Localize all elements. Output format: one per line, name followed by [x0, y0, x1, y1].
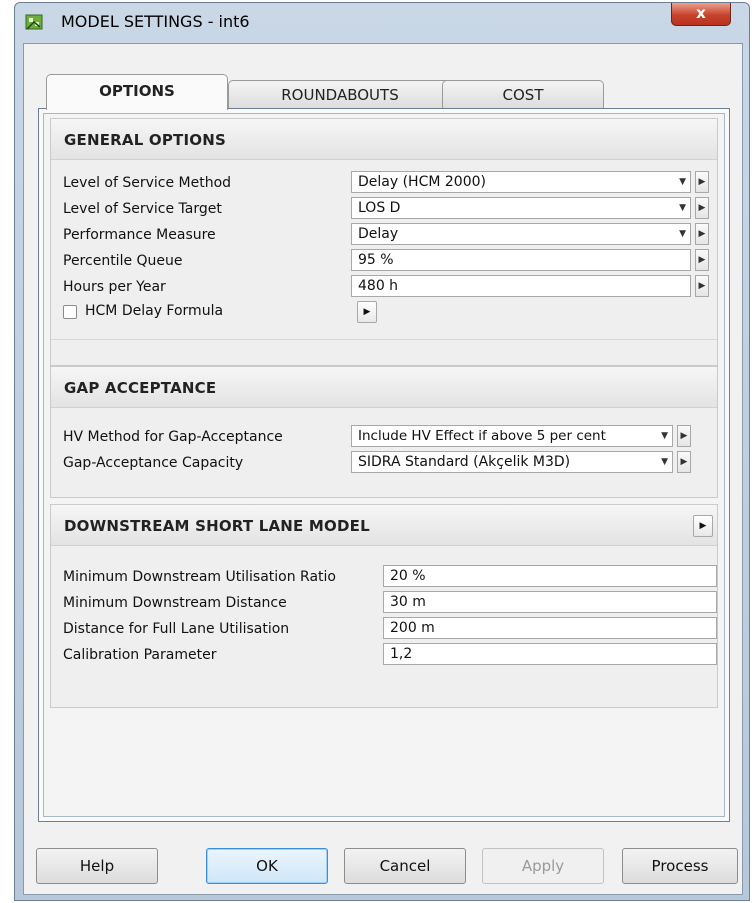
performance-measure-label: Performance Measure — [63, 227, 216, 243]
hcm-delay-formula-checkbox[interactable] — [63, 305, 77, 319]
general-options-title: GENERAL OPTIONS — [64, 131, 226, 149]
play-right-icon: ▶ — [698, 255, 706, 265]
general-options-header: GENERAL OPTIONS — [51, 119, 717, 160]
downstream-title: DOWNSTREAM SHORT LANE MODEL — [64, 517, 370, 535]
los-target-value: LOS D — [358, 200, 401, 216]
tab-cost[interactable]: COST — [442, 80, 604, 109]
downstream-expand-button[interactable]: ▶ — [693, 515, 713, 537]
play-right-icon: ▶ — [680, 431, 688, 441]
help-button[interactable]: Help — [36, 848, 158, 884]
los-method-label: Level of Service Method — [63, 175, 232, 191]
hours-per-year-field[interactable]: 480 h — [351, 275, 691, 297]
performance-measure-select[interactable]: Delay ▼ — [351, 223, 691, 245]
los-method-select[interactable]: Delay (HCM 2000) ▼ — [351, 171, 691, 193]
window-title: MODEL SETTINGS - int6 — [61, 12, 250, 31]
los-method-expand-button[interactable]: ▶ — [695, 171, 709, 193]
general-options-section: GENERAL OPTIONS Level of Service Method … — [50, 118, 718, 366]
title-bar[interactable]: MODEL SETTINGS - int6 x — [15, 3, 749, 41]
options-panel: GENERAL OPTIONS Level of Service Method … — [43, 113, 725, 817]
cancel-button[interactable]: Cancel — [344, 848, 466, 884]
gap-acceptance-title: GAP ACCEPTANCE — [64, 379, 217, 397]
gap-capacity-value: SIDRA Standard (Akçelik M3D) — [358, 454, 571, 470]
hv-method-label: HV Method for Gap-Acceptance — [63, 429, 283, 445]
hours-per-year-label: Hours per Year — [63, 279, 166, 295]
close-button[interactable]: x — [671, 3, 731, 26]
downstream-header: DOWNSTREAM SHORT LANE MODEL ▶ — [51, 505, 717, 546]
play-right-icon: ▶ — [363, 307, 371, 317]
percentile-queue-field[interactable]: 95 % — [351, 249, 691, 271]
full-lane-distance-field[interactable]: 200 m — [383, 617, 717, 639]
play-right-icon: ▶ — [698, 229, 706, 239]
gap-capacity-select[interactable]: SIDRA Standard (Akçelik M3D) ▼ — [351, 451, 673, 473]
hcm-delay-formula-label: HCM Delay Formula — [85, 303, 224, 319]
performance-measure-value: Delay — [358, 226, 399, 242]
chevron-down-icon: ▼ — [679, 203, 686, 213]
chevron-down-icon: ▼ — [661, 457, 668, 467]
app-icon — [25, 14, 43, 30]
gap-capacity-label: Gap-Acceptance Capacity — [63, 455, 244, 471]
model-settings-window: MODEL SETTINGS - int6 x OPTIONS ROUNDABO… — [14, 2, 750, 901]
dialog-client-area: OPTIONS ROUNDABOUTS COST GENERAL OPTIONS… — [23, 43, 743, 895]
hv-method-value: Include HV Effect if above 5 per cent — [358, 428, 606, 444]
calibration-parameter-field[interactable]: 1,2 — [383, 643, 717, 665]
play-right-icon: ▶ — [698, 203, 706, 213]
hcm-delay-formula-expand-button[interactable]: ▶ — [357, 301, 377, 323]
chevron-down-icon: ▼ — [679, 229, 686, 239]
full-lane-distance-label: Distance for Full Lane Utilisation — [63, 621, 290, 637]
play-right-icon: ▶ — [698, 281, 706, 291]
hv-method-expand-button[interactable]: ▶ — [677, 425, 691, 447]
chevron-down-icon: ▼ — [661, 431, 668, 441]
options-tab-pane: GENERAL OPTIONS Level of Service Method … — [38, 108, 730, 822]
los-method-value: Delay (HCM 2000) — [358, 174, 486, 190]
downstream-section: DOWNSTREAM SHORT LANE MODEL ▶ Minimum Do… — [50, 504, 718, 708]
hours-per-year-expand-button[interactable]: ▶ — [695, 275, 709, 297]
tab-bar: OPTIONS ROUNDABOUTS COST — [46, 74, 646, 110]
los-target-expand-button[interactable]: ▶ — [695, 197, 709, 219]
process-button[interactable]: Process — [622, 848, 738, 884]
percentile-queue-label: Percentile Queue — [63, 253, 183, 269]
play-right-icon: ▶ — [680, 457, 688, 467]
chevron-down-icon: ▼ — [679, 177, 686, 187]
tab-roundabouts[interactable]: ROUNDABOUTS — [228, 80, 452, 109]
tab-options[interactable]: OPTIONS — [46, 74, 228, 110]
ok-button[interactable]: OK — [206, 848, 328, 884]
los-target-label: Level of Service Target — [63, 201, 222, 217]
apply-button[interactable]: Apply — [482, 848, 604, 884]
gap-capacity-expand-button[interactable]: ▶ — [677, 451, 691, 473]
close-icon: x — [696, 4, 706, 22]
section-divider — [51, 339, 717, 340]
performance-measure-expand-button[interactable]: ▶ — [695, 223, 709, 245]
min-downstream-distance-field[interactable]: 30 m — [383, 591, 717, 613]
gap-acceptance-header: GAP ACCEPTANCE — [51, 367, 717, 408]
min-downstream-ratio-field[interactable]: 20 % — [383, 565, 717, 587]
play-right-icon: ▶ — [698, 177, 706, 187]
min-downstream-ratio-label: Minimum Downstream Utilisation Ratio — [63, 569, 336, 585]
min-downstream-distance-label: Minimum Downstream Distance — [63, 595, 287, 611]
hv-method-select[interactable]: Include HV Effect if above 5 per cent ▼ — [351, 425, 673, 447]
los-target-select[interactable]: LOS D ▼ — [351, 197, 691, 219]
percentile-queue-expand-button[interactable]: ▶ — [695, 249, 709, 271]
calibration-parameter-label: Calibration Parameter — [63, 647, 217, 663]
gap-acceptance-section: GAP ACCEPTANCE HV Method for Gap-Accepta… — [50, 366, 718, 498]
play-right-icon: ▶ — [699, 521, 707, 531]
